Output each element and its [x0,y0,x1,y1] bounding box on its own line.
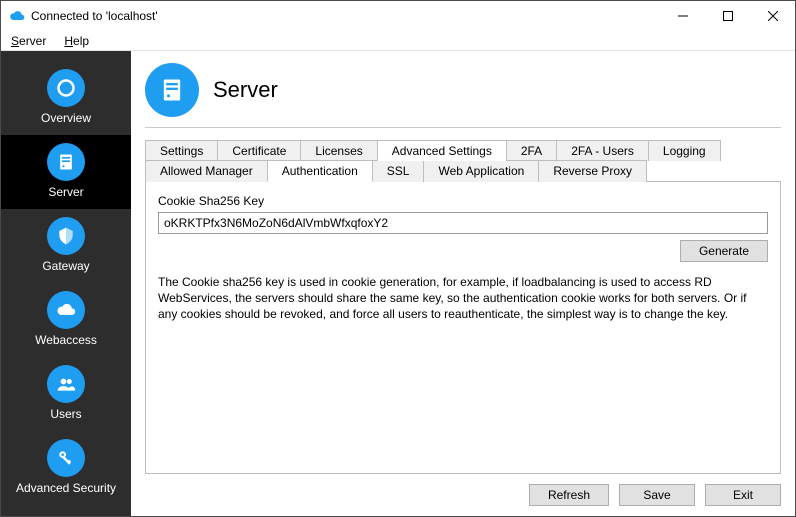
sidebar-item-users[interactable]: Users [1,357,131,431]
users-icon [47,365,85,403]
tabs-top: Settings Certificate Licenses Advanced S… [145,140,781,161]
footer-buttons: Refresh Save Exit [145,474,781,506]
menu-server[interactable]: Server [7,34,50,48]
app-icon [9,8,25,24]
tab-certificate[interactable]: Certificate [217,140,301,161]
sidebar: Overview Server Gateway Webaccess [1,51,131,516]
save-button[interactable]: Save [619,484,695,506]
page-header-icon [145,63,199,117]
sidebar-item-server[interactable]: Server [1,135,131,209]
sidebar-item-label: Server [48,185,83,199]
overview-icon [47,69,85,107]
tab-ssl[interactable]: SSL [372,160,425,182]
generate-button[interactable]: Generate [680,240,768,262]
page-header: Server [145,63,781,117]
header-divider [145,127,781,128]
tab-2fa[interactable]: 2FA [506,140,557,161]
main: Server Settings Certificate Licenses Adv… [131,51,795,516]
tab-reverse-proxy[interactable]: Reverse Proxy [538,160,647,182]
cookie-key-input[interactable] [158,212,768,234]
tab-allowed-manager[interactable]: Allowed Manager [145,160,268,182]
tab-licenses[interactable]: Licenses [300,140,377,161]
tab-2fa-users[interactable]: 2FA - Users [556,140,649,161]
webaccess-icon [47,291,85,329]
exit-button[interactable]: Exit [705,484,781,506]
sidebar-item-label: Gateway [42,259,89,273]
refresh-button[interactable]: Refresh [529,484,609,506]
menu-help[interactable]: Help [60,34,93,48]
close-button[interactable] [750,1,795,31]
page-title: Server [213,77,278,103]
sidebar-item-gateway[interactable]: Gateway [1,209,131,283]
tab-web-application[interactable]: Web Application [423,160,539,182]
tab-settings[interactable]: Settings [145,140,218,161]
sidebar-item-advanced-security[interactable]: Advanced Security [1,431,131,505]
app-window: Connected to 'localhost' Server Help Ove… [0,0,796,517]
sidebar-item-overview[interactable]: Overview [1,61,131,135]
tabs-sub: Allowed Manager Authentication SSL Web A… [145,160,781,182]
cookie-key-label: Cookie Sha256 Key [158,194,768,208]
window-title: Connected to 'localhost' [31,9,158,23]
minimize-button[interactable] [660,1,705,31]
tab-advanced-settings[interactable]: Advanced Settings [377,140,507,161]
authentication-panel: Cookie Sha256 Key Generate The Cookie sh… [145,181,781,474]
sidebar-item-label: Advanced Security [16,481,116,495]
titlebar: Connected to 'localhost' [1,1,795,31]
cookie-key-help: The Cookie sha256 key is used in cookie … [158,274,758,323]
tab-logging[interactable]: Logging [648,140,721,161]
sidebar-item-webaccess[interactable]: Webaccess [1,283,131,357]
key-icon [47,439,85,477]
sidebar-item-label: Webaccess [35,333,97,347]
gateway-icon [47,217,85,255]
body: Overview Server Gateway Webaccess [1,51,795,516]
tab-authentication[interactable]: Authentication [267,160,373,182]
sidebar-item-label: Overview [41,111,91,125]
sidebar-item-label: Users [50,407,81,421]
server-icon [47,143,85,181]
maximize-button[interactable] [705,1,750,31]
menubar: Server Help [1,31,795,51]
